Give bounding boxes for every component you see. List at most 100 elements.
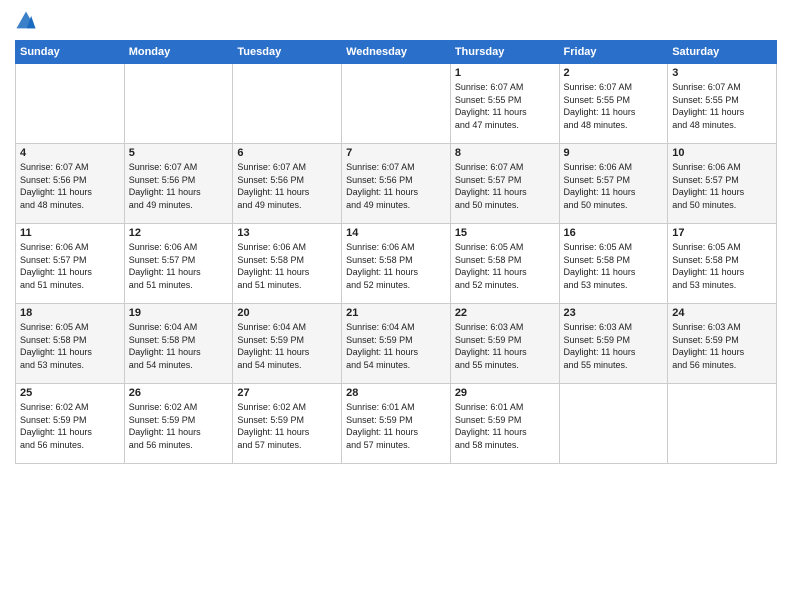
calendar-cell: 14 Sunrise: 6:06 AM Sunset: 5:58 PM Dayli… (342, 224, 451, 304)
calendar-cell: 15 Sunrise: 6:05 AM Sunset: 5:58 PM Dayli… (450, 224, 559, 304)
week-row-2: 4 Sunrise: 6:07 AM Sunset: 5:56 PM Daylig… (16, 144, 777, 224)
day-number: 24 (672, 307, 772, 319)
day-number: 9 (564, 147, 664, 159)
calendar-cell: 18 Sunrise: 6:05 AM Sunset: 5:58 PM Dayli… (16, 304, 125, 384)
calendar-cell: 9 Sunrise: 6:06 AM Sunset: 5:57 PM Daylig… (559, 144, 668, 224)
day-info: Sunrise: 6:06 AM Sunset: 5:57 PM Dayligh… (129, 241, 229, 291)
day-info: Sunrise: 6:05 AM Sunset: 5:58 PM Dayligh… (672, 241, 772, 291)
week-row-4: 18 Sunrise: 6:05 AM Sunset: 5:58 PM Dayli… (16, 304, 777, 384)
day-info: Sunrise: 6:07 AM Sunset: 5:57 PM Dayligh… (455, 161, 555, 211)
day-number: 7 (346, 147, 446, 159)
day-number: 26 (129, 387, 229, 399)
day-info: Sunrise: 6:07 AM Sunset: 5:56 PM Dayligh… (20, 161, 120, 211)
day-info: Sunrise: 6:07 AM Sunset: 5:56 PM Dayligh… (129, 161, 229, 211)
day-info: Sunrise: 6:06 AM Sunset: 5:58 PM Dayligh… (237, 241, 337, 291)
calendar-cell (668, 384, 777, 464)
day-number: 20 (237, 307, 337, 319)
calendar-cell: 24 Sunrise: 6:03 AM Sunset: 5:59 PM Dayli… (668, 304, 777, 384)
weekday-header-saturday: Saturday (668, 41, 777, 64)
calendar-cell: 7 Sunrise: 6:07 AM Sunset: 5:56 PM Daylig… (342, 144, 451, 224)
day-number: 28 (346, 387, 446, 399)
day-number: 27 (237, 387, 337, 399)
calendar-cell (233, 64, 342, 144)
day-number: 25 (20, 387, 120, 399)
weekday-header-thursday: Thursday (450, 41, 559, 64)
day-info: Sunrise: 6:05 AM Sunset: 5:58 PM Dayligh… (20, 321, 120, 371)
calendar-cell: 3 Sunrise: 6:07 AM Sunset: 5:55 PM Daylig… (668, 64, 777, 144)
calendar-cell: 12 Sunrise: 6:06 AM Sunset: 5:57 PM Dayli… (124, 224, 233, 304)
weekday-header-monday: Monday (124, 41, 233, 64)
day-number: 11 (20, 227, 120, 239)
calendar-cell: 2 Sunrise: 6:07 AM Sunset: 5:55 PM Daylig… (559, 64, 668, 144)
day-number: 23 (564, 307, 664, 319)
calendar-cell: 11 Sunrise: 6:06 AM Sunset: 5:57 PM Dayli… (16, 224, 125, 304)
day-number: 2 (564, 67, 664, 79)
day-number: 13 (237, 227, 337, 239)
header (15, 10, 777, 32)
day-info: Sunrise: 6:07 AM Sunset: 5:55 PM Dayligh… (455, 81, 555, 131)
day-number: 14 (346, 227, 446, 239)
day-info: Sunrise: 6:02 AM Sunset: 5:59 PM Dayligh… (237, 401, 337, 451)
day-info: Sunrise: 6:04 AM Sunset: 5:59 PM Dayligh… (237, 321, 337, 371)
day-info: Sunrise: 6:02 AM Sunset: 5:59 PM Dayligh… (20, 401, 120, 451)
calendar-cell: 29 Sunrise: 6:01 AM Sunset: 5:59 PM Dayli… (450, 384, 559, 464)
day-info: Sunrise: 6:05 AM Sunset: 5:58 PM Dayligh… (455, 241, 555, 291)
day-number: 29 (455, 387, 555, 399)
calendar-cell: 23Sunrise: 6:03 AM Sunset: 5:59 PM Dayli… (559, 304, 668, 384)
week-row-5: 25 Sunrise: 6:02 AM Sunset: 5:59 PM Dayli… (16, 384, 777, 464)
logo (15, 10, 41, 32)
day-number: 15 (455, 227, 555, 239)
day-number: 16 (564, 227, 664, 239)
day-number: 18 (20, 307, 120, 319)
day-info: Sunrise: 6:07 AM Sunset: 5:56 PM Dayligh… (346, 161, 446, 211)
week-row-1: 1 Sunrise: 6:07 AM Sunset: 5:55 PM Daylig… (16, 64, 777, 144)
calendar-cell: 4 Sunrise: 6:07 AM Sunset: 5:56 PM Daylig… (16, 144, 125, 224)
day-info: Sunrise: 6:03 AM Sunset: 5:59 PM Dayligh… (455, 321, 555, 371)
calendar-cell: 8Sunrise: 6:07 AM Sunset: 5:57 PM Daylig… (450, 144, 559, 224)
calendar-cell: 16 Sunrise: 6:05 AM Sunset: 5:58 PM Dayli… (559, 224, 668, 304)
day-info: Sunrise: 6:04 AM Sunset: 5:58 PM Dayligh… (129, 321, 229, 371)
calendar-cell: 10 Sunrise: 6:06 AM Sunset: 5:57 PM Dayli… (668, 144, 777, 224)
day-number: 5 (129, 147, 229, 159)
day-info: Sunrise: 6:07 AM Sunset: 5:55 PM Dayligh… (672, 81, 772, 131)
calendar-cell: 21 Sunrise: 6:04 AM Sunset: 5:59 PM Dayli… (342, 304, 451, 384)
weekday-header-tuesday: Tuesday (233, 41, 342, 64)
weekday-header-friday: Friday (559, 41, 668, 64)
day-info: Sunrise: 6:06 AM Sunset: 5:57 PM Dayligh… (672, 161, 772, 211)
calendar-cell: 19 Sunrise: 6:04 AM Sunset: 5:58 PM Dayli… (124, 304, 233, 384)
day-number: 19 (129, 307, 229, 319)
day-info: Sunrise: 6:05 AM Sunset: 5:58 PM Dayligh… (564, 241, 664, 291)
day-number: 22 (455, 307, 555, 319)
day-info: Sunrise: 6:06 AM Sunset: 5:58 PM Dayligh… (346, 241, 446, 291)
calendar-cell: 17 Sunrise: 6:05 AM Sunset: 5:58 PM Dayli… (668, 224, 777, 304)
calendar-cell: 22 Sunrise: 6:03 AM Sunset: 5:59 PM Dayli… (450, 304, 559, 384)
day-info: Sunrise: 6:03 AM Sunset: 5:59 PM Dayligh… (672, 321, 772, 371)
calendar-cell: 26 Sunrise: 6:02 AM Sunset: 5:59 PM Dayli… (124, 384, 233, 464)
calendar-cell: 13 Sunrise: 6:06 AM Sunset: 5:58 PM Dayli… (233, 224, 342, 304)
weekday-header-sunday: Sunday (16, 41, 125, 64)
weekday-header-wednesday: Wednesday (342, 41, 451, 64)
day-number: 12 (129, 227, 229, 239)
day-number: 6 (237, 147, 337, 159)
calendar-cell: 6Sunrise: 6:07 AM Sunset: 5:56 PM Daylig… (233, 144, 342, 224)
day-number: 4 (20, 147, 120, 159)
calendar-cell (16, 64, 125, 144)
day-number: 10 (672, 147, 772, 159)
day-number: 21 (346, 307, 446, 319)
day-number: 3 (672, 67, 772, 79)
day-info: Sunrise: 6:06 AM Sunset: 5:57 PM Dayligh… (20, 241, 120, 291)
logo-icon (15, 10, 37, 32)
weekday-header-row: SundayMondayTuesdayWednesdayThursdayFrid… (16, 41, 777, 64)
day-info: Sunrise: 6:06 AM Sunset: 5:57 PM Dayligh… (564, 161, 664, 211)
calendar-cell: 25 Sunrise: 6:02 AM Sunset: 5:59 PM Dayli… (16, 384, 125, 464)
calendar-cell: 1 Sunrise: 6:07 AM Sunset: 5:55 PM Daylig… (450, 64, 559, 144)
day-info: Sunrise: 6:01 AM Sunset: 5:59 PM Dayligh… (455, 401, 555, 451)
day-info: Sunrise: 6:07 AM Sunset: 5:55 PM Dayligh… (564, 81, 664, 131)
calendar-cell: 27 Sunrise: 6:02 AM Sunset: 5:59 PM Dayli… (233, 384, 342, 464)
day-info: Sunrise: 6:04 AM Sunset: 5:59 PM Dayligh… (346, 321, 446, 371)
calendar-table: SundayMondayTuesdayWednesdayThursdayFrid… (15, 40, 777, 464)
day-number: 1 (455, 67, 555, 79)
calendar-cell: 20 Sunrise: 6:04 AM Sunset: 5:59 PM Dayli… (233, 304, 342, 384)
day-number: 17 (672, 227, 772, 239)
day-info: Sunrise: 6:02 AM Sunset: 5:59 PM Dayligh… (129, 401, 229, 451)
